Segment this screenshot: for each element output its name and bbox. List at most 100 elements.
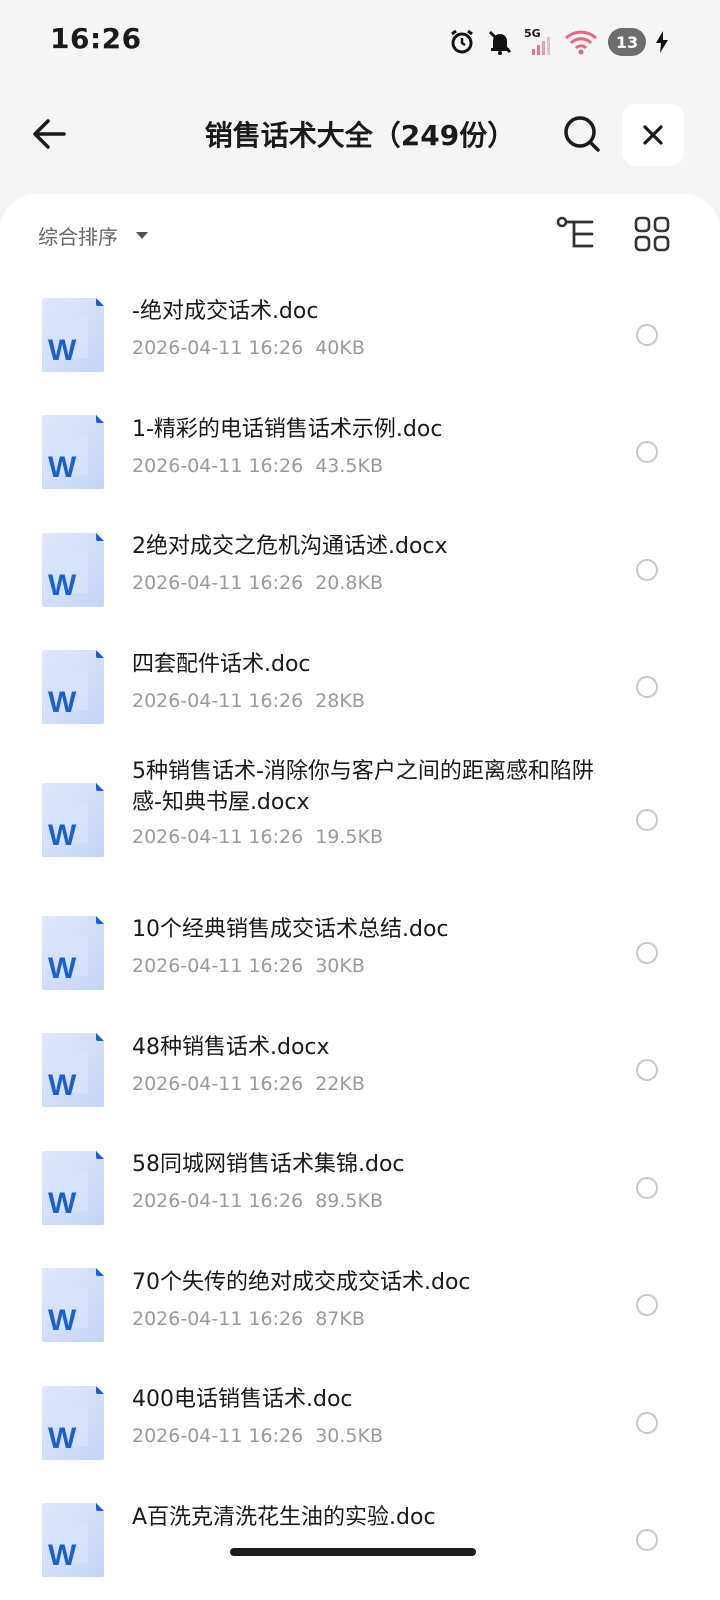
file-date: 2026-04-11 16:26 bbox=[132, 1425, 304, 1447]
select-radio[interactable] bbox=[636, 1411, 658, 1434]
file-date: 2026-04-11 16:26 bbox=[132, 1072, 304, 1095]
file-meta bbox=[132, 1543, 144, 1565]
select-radio[interactable] bbox=[636, 676, 658, 699]
file-date: 2026-04-11 16:26 bbox=[132, 1190, 304, 1212]
status-icons: 5G 13 bbox=[448, 24, 668, 60]
status-time: 16:26 bbox=[50, 22, 142, 55]
file-row[interactable]: W 1-精彩的电话销售话术示例.doc 2026-04-11 16:26 43.5K… bbox=[0, 394, 720, 512]
svg-text:W: W bbox=[48, 819, 77, 852]
signal-icon: 5G bbox=[524, 27, 554, 57]
select-radio[interactable] bbox=[636, 323, 658, 346]
file-name: A百洗克清洗花生油的实验.doc bbox=[132, 1504, 436, 1530]
file-row[interactable]: W 48种销售话术.docx 2026-04-11 16:26 22KB bbox=[0, 1012, 720, 1130]
svg-text:W: W bbox=[48, 1422, 77, 1455]
file-name: 70个失传的绝对成交成交话术.doc bbox=[132, 1269, 471, 1295]
file-date: 2026-04-11 16:26 bbox=[132, 689, 304, 712]
file-row[interactable]: W 400电话销售话术.doc 2026-04-11 16:26 30.5KB bbox=[0, 1364, 720, 1482]
word-file-icon: W bbox=[42, 415, 104, 490]
file-size: 28KB bbox=[315, 689, 365, 712]
select-radio[interactable] bbox=[636, 809, 658, 831]
file-row[interactable]: W -绝对成交话术.doc 2026-04-11 16:26 40KB bbox=[0, 276, 720, 394]
svg-text:W: W bbox=[48, 334, 77, 367]
file-row[interactable]: W 四套配件话术.doc 2026-04-11 16:26 28KB bbox=[0, 629, 720, 747]
word-file-icon: W bbox=[42, 1503, 104, 1578]
word-file-icon: W bbox=[42, 532, 104, 607]
select-radio[interactable] bbox=[636, 941, 658, 964]
file-name: 58同城网销售话术集锦.doc bbox=[132, 1152, 405, 1177]
file-name: 四套配件话术.doc bbox=[132, 651, 311, 677]
file-date: 2026-04-11 16:26 bbox=[132, 826, 304, 848]
file-meta: 2026-04-11 16:26 89.5KB bbox=[132, 1190, 383, 1212]
file-size: 40KB bbox=[315, 337, 365, 359]
file-meta: 2026-04-11 16:26 43.5KB bbox=[132, 455, 383, 477]
file-name: 400电话销售话术.doc bbox=[132, 1387, 353, 1412]
file-name: 1-精彩的电话销售话术示例.doc bbox=[132, 416, 443, 442]
file-size: 87KB bbox=[315, 1307, 365, 1330]
file-date: 2026-04-11 16:26 bbox=[132, 337, 304, 359]
wifi-icon bbox=[564, 28, 598, 56]
file-name: -绝对成交话术.doc bbox=[132, 299, 319, 324]
file-size: 89.5KB bbox=[315, 1190, 384, 1212]
file-size: 19.5KB bbox=[315, 826, 384, 848]
top-bar: 销售话术大全（249份） bbox=[0, 100, 720, 170]
file-name: 5种销售话术-消除你与客户之间的距离感和陷阱感-知典书屋.docx bbox=[132, 759, 594, 815]
tree-view-button[interactable] bbox=[556, 216, 596, 252]
svg-text:W: W bbox=[48, 952, 77, 985]
charging-icon bbox=[656, 31, 668, 53]
svg-text:W: W bbox=[48, 1069, 77, 1102]
file-row[interactable]: W A百洗克清洗花生油的实验.doc bbox=[0, 1482, 720, 1600]
svg-text:W: W bbox=[48, 451, 77, 484]
file-size: 30.5KB bbox=[315, 1425, 384, 1447]
file-meta: 2026-04-11 16:26 40KB bbox=[132, 337, 365, 359]
tree-icon bbox=[556, 216, 594, 248]
file-date: 2026-04-11 16:26 bbox=[132, 1307, 304, 1330]
file-size: 30KB bbox=[315, 955, 365, 977]
caret-down-icon bbox=[136, 231, 148, 239]
home-indicator[interactable] bbox=[230, 1548, 476, 1556]
file-meta: 2026-04-11 16:26 87KB bbox=[132, 1308, 365, 1330]
file-list-panel: 综合排序 W -绝对成交话术.doc 2026-04-11 16:26 40KB bbox=[0, 194, 720, 1600]
file-row[interactable]: W 5种销售话术-消除你与客户之间的距离感和陷阱感-知典书屋.docx 2026-… bbox=[0, 746, 720, 894]
select-radio[interactable] bbox=[636, 1529, 658, 1552]
file-row[interactable]: W 2绝对成交之危机沟通话述.docx 2026-04-11 16:26 20.8K… bbox=[0, 511, 720, 629]
file-meta: 2026-04-11 16:26 28KB bbox=[132, 690, 365, 712]
file-row[interactable]: W 58同城网销售话术集锦.doc 2026-04-11 16:26 89.5KB bbox=[0, 1129, 720, 1247]
svg-text:W: W bbox=[48, 1304, 77, 1337]
select-radio[interactable] bbox=[636, 558, 658, 581]
word-file-icon: W bbox=[42, 1033, 104, 1108]
word-file-icon: W bbox=[42, 297, 104, 372]
word-file-icon: W bbox=[42, 915, 104, 990]
select-radio[interactable] bbox=[636, 441, 658, 464]
file-meta: 2026-04-11 16:26 30KB bbox=[132, 955, 365, 977]
word-file-icon: W bbox=[42, 783, 104, 857]
select-radio[interactable] bbox=[636, 1176, 658, 1199]
select-radio[interactable] bbox=[636, 1059, 658, 1082]
arrow-left-icon bbox=[33, 119, 66, 149]
file-meta: 2026-04-11 16:26 20.8KB bbox=[132, 572, 383, 594]
file-row[interactable]: W 70个失传的绝对成交成交话术.doc 2026-04-11 16:26 87KB bbox=[0, 1247, 720, 1365]
file-size: 22KB bbox=[315, 1072, 365, 1095]
select-radio[interactable] bbox=[636, 1294, 658, 1317]
file-row[interactable]: W 10个经典销售成交话术总结.doc 2026-04-11 16:26 30KB bbox=[0, 894, 720, 1012]
grid-view-button[interactable] bbox=[634, 216, 670, 252]
back-button[interactable] bbox=[28, 112, 72, 156]
file-size: 43.5KB bbox=[315, 454, 384, 477]
svg-text:W: W bbox=[48, 1539, 77, 1572]
word-file-icon: W bbox=[42, 1268, 104, 1343]
page-title: 销售话术大全（249份） bbox=[204, 119, 516, 152]
svg-text:W: W bbox=[48, 1187, 77, 1220]
search-icon bbox=[564, 116, 600, 152]
close-icon bbox=[643, 125, 663, 145]
file-name: 2绝对成交之危机沟通话述.docx bbox=[132, 534, 448, 559]
file-name: 48种销售话术.docx bbox=[132, 1034, 330, 1060]
status-bar: 16:26 5G 13 bbox=[0, 0, 720, 84]
file-date: 2026-04-11 16:26 bbox=[132, 572, 304, 594]
word-file-icon: W bbox=[42, 1150, 104, 1225]
close-button[interactable] bbox=[622, 104, 684, 166]
search-button[interactable] bbox=[560, 112, 604, 156]
sort-dropdown[interactable]: 综合排序 bbox=[38, 220, 148, 250]
word-file-icon: W bbox=[42, 650, 104, 725]
file-meta: 2026-04-11 16:26 19.5KB bbox=[132, 826, 383, 848]
word-file-icon: W bbox=[42, 1385, 104, 1460]
file-meta: 2026-04-11 16:26 22KB bbox=[132, 1073, 365, 1095]
